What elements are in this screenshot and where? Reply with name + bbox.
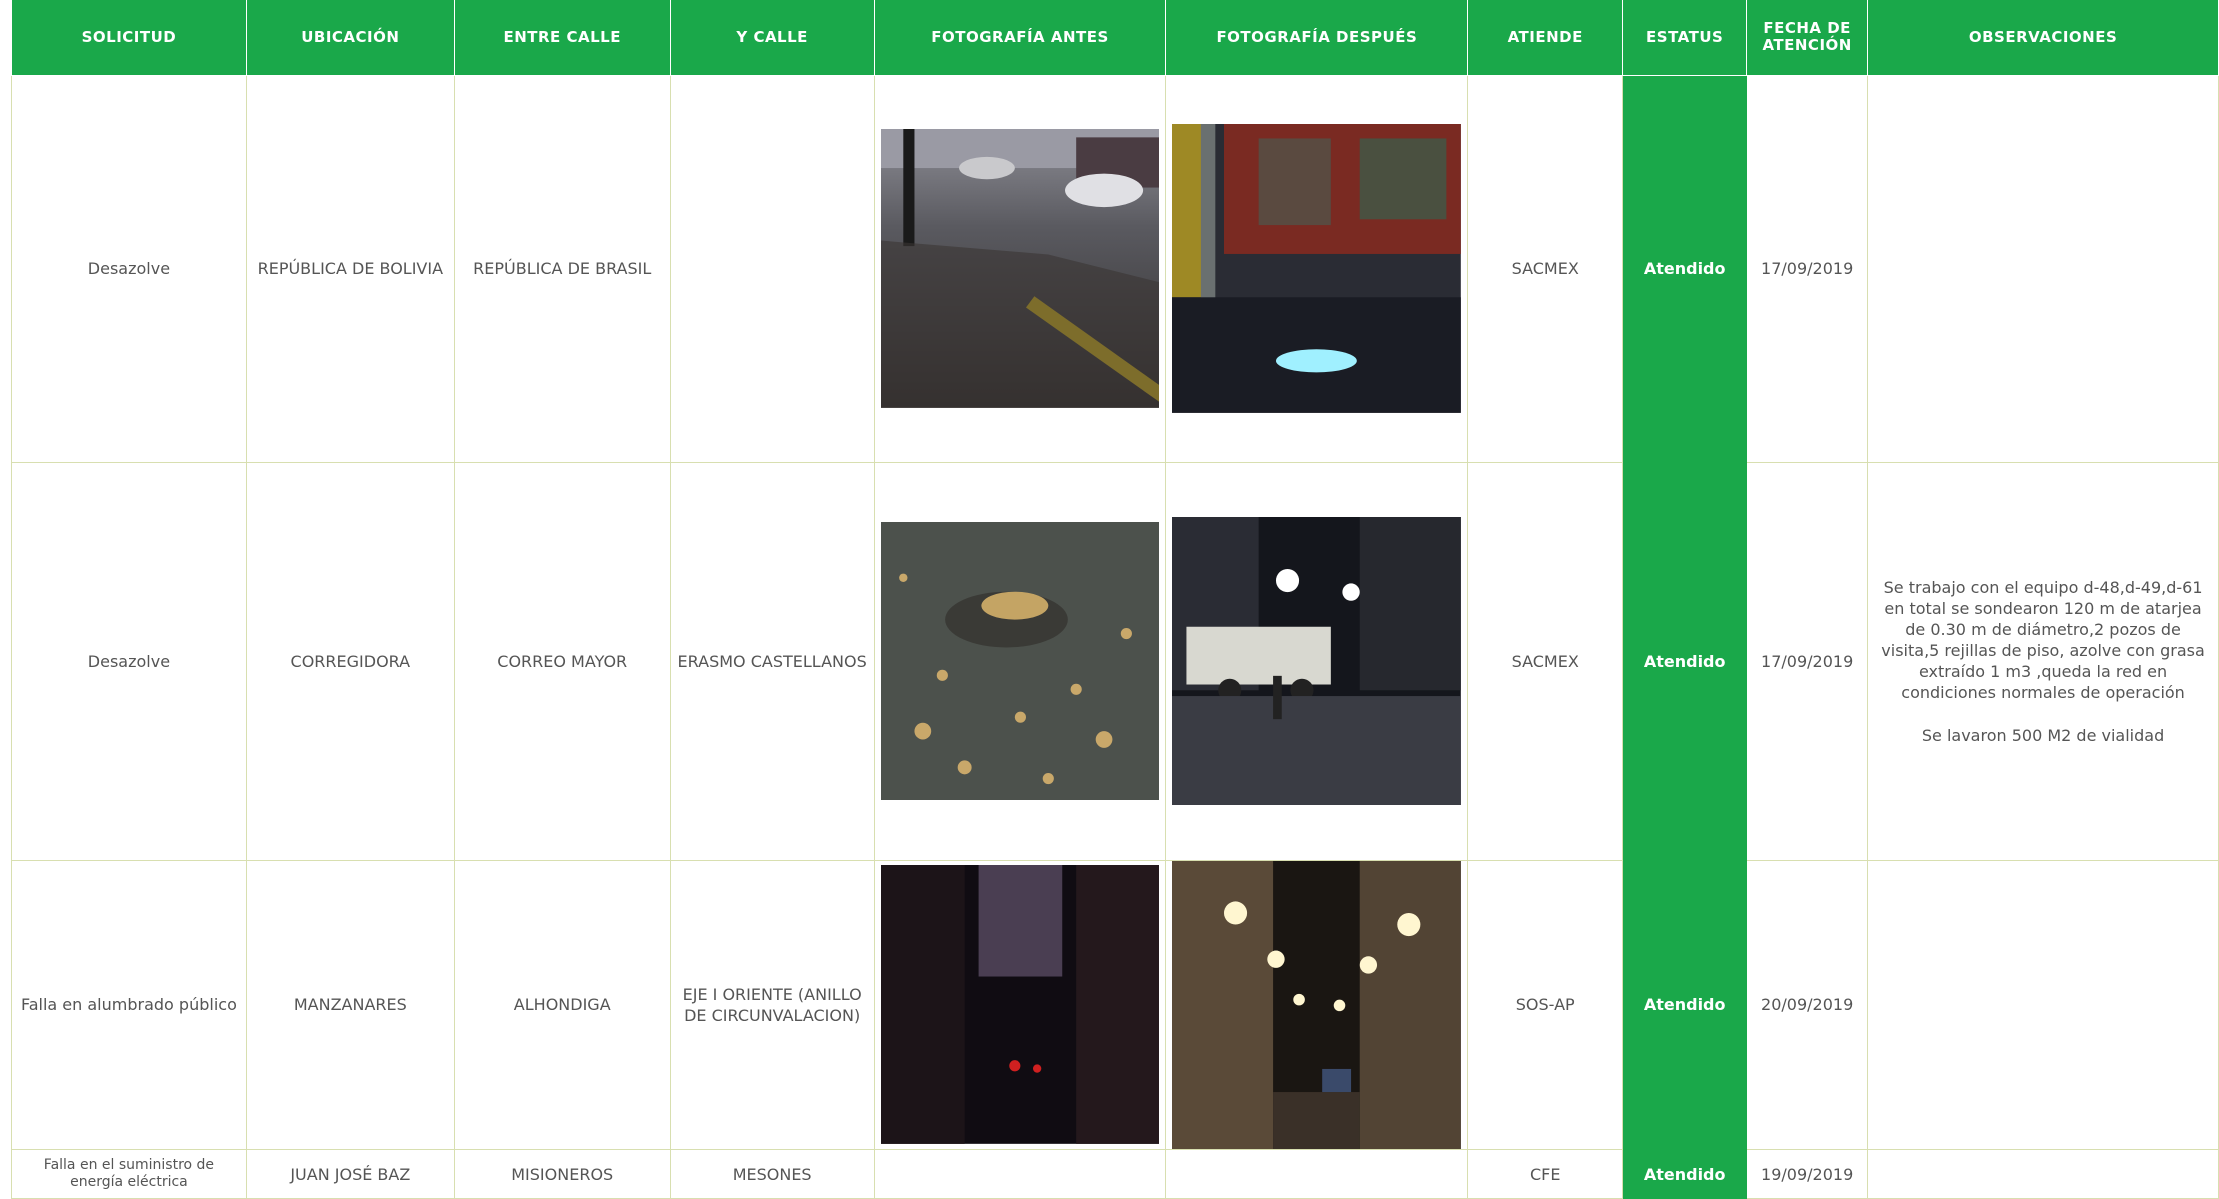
- table-row: Desazolve CORREGIDORA CORREO MAYOR ERASM…: [11, 461, 2219, 861]
- cell-foto-antes: [873, 1149, 1167, 1199]
- cell-ubicacion: CORREGIDORA: [245, 461, 455, 861]
- cell-ubicacion: REPÚBLICA DE BOLIVIA: [245, 74, 455, 463]
- cell-foto-despues: [1165, 859, 1469, 1151]
- header-observaciones: OBSERVACIONES: [1867, 0, 2219, 76]
- cell-observaciones: [1867, 859, 2219, 1151]
- cell-fecha: 20/09/2019: [1746, 859, 1869, 1151]
- cell-foto-despues: [1165, 74, 1469, 463]
- cell-entre-calle: CORREO MAYOR: [453, 461, 671, 861]
- header-row: SOLICITUD UBICACIÓN ENTRE CALLE Y CALLE …: [11, 0, 2219, 76]
- cell-atiende: SOS-AP: [1467, 859, 1624, 1151]
- photo-before-flooded-street: [880, 129, 1160, 408]
- status-badge: Atendido: [1622, 461, 1748, 861]
- cell-foto-antes: [873, 461, 1167, 861]
- photo-before-grease-drain: [880, 521, 1160, 801]
- cell-y-calle: [669, 74, 875, 463]
- cell-fecha: 19/09/2019: [1746, 1149, 1869, 1199]
- cell-y-calle: MESONES: [669, 1149, 875, 1199]
- cell-ubicacion: JUAN JOSÉ BAZ: [245, 1149, 455, 1199]
- table-row: Desazolve REPÚBLICA DE BOLIVIA REPÚBLICA…: [11, 74, 2219, 463]
- cell-observaciones: Se trabajo con el equipo d-48,d-49,d-61 …: [1867, 461, 2219, 861]
- cell-foto-antes: [873, 859, 1167, 1151]
- header-atiende: ATIENDE: [1467, 0, 1624, 76]
- status-badge: Atendido: [1622, 74, 1748, 463]
- cell-entre-calle: REPÚBLICA DE BRASIL: [453, 74, 671, 463]
- header-entre-calle: ENTRE CALLE: [453, 0, 671, 76]
- cell-entre-calle: MISIONEROS: [453, 1149, 671, 1199]
- photo-before-dark-street: [880, 865, 1160, 1145]
- header-solicitud: SOLICITUD: [11, 0, 247, 76]
- cell-foto-antes: [873, 74, 1167, 463]
- cell-solicitud: Desazolve: [11, 74, 247, 463]
- table-row: Falla en el suministro de energía eléctr…: [11, 1149, 2219, 1199]
- header-fecha: FECHA DE ATENCIÓN: [1746, 0, 1869, 76]
- cell-solicitud: Falla en el suministro de energía eléctr…: [11, 1149, 247, 1199]
- cell-y-calle: ERASMO CASTELLANOS: [669, 461, 875, 861]
- cell-ubicacion: MANZANARES: [245, 859, 455, 1151]
- cell-atiende: SACMEX: [1467, 461, 1624, 861]
- cell-atiende: CFE: [1467, 1149, 1624, 1199]
- cell-observaciones: [1867, 1149, 2219, 1199]
- cell-fecha: 17/09/2019: [1746, 74, 1869, 463]
- cell-fecha: 17/09/2019: [1746, 461, 1869, 861]
- status-badge: Atendido: [1622, 859, 1748, 1151]
- cell-foto-despues: [1165, 461, 1469, 861]
- header-ubicacion: UBICACIÓN: [245, 0, 455, 76]
- status-badge: Atendido: [1622, 1149, 1748, 1199]
- photo-after-lit-street: [1172, 860, 1462, 1149]
- table-row: Falla en alumbrado público MANZANARES AL…: [11, 859, 2219, 1151]
- cell-solicitud: Desazolve: [11, 461, 247, 861]
- cell-observaciones: [1867, 74, 2219, 463]
- photo-after-night-truck: [1172, 516, 1462, 806]
- requests-table: SOLICITUD UBICACIÓN ENTRE CALLE Y CALLE …: [11, 0, 2219, 1199]
- cell-entre-calle: ALHONDIGA: [453, 859, 671, 1151]
- header-estatus: ESTATUS: [1622, 0, 1748, 76]
- cell-y-calle: EJE I ORIENTE (ANILLO DE CIRCUNVALACION): [669, 859, 875, 1151]
- header-foto-antes: FOTOGRAFÍA ANTES: [873, 0, 1167, 76]
- header-foto-despues: FOTOGRAFÍA DESPUÉS: [1165, 0, 1469, 76]
- photo-after-clean-street: [1172, 124, 1462, 413]
- cell-atiende: SACMEX: [1467, 74, 1624, 463]
- cell-solicitud: Falla en alumbrado público: [11, 859, 247, 1151]
- observaciones-text: Se trabajo con el equipo d-48,d-49,d-61 …: [1881, 577, 2205, 702]
- header-y-calle: Y CALLE: [669, 0, 875, 76]
- observaciones-note: Se lavaron 500 M2 de vialidad: [1921, 725, 2165, 745]
- cell-foto-despues: [1165, 1149, 1469, 1199]
